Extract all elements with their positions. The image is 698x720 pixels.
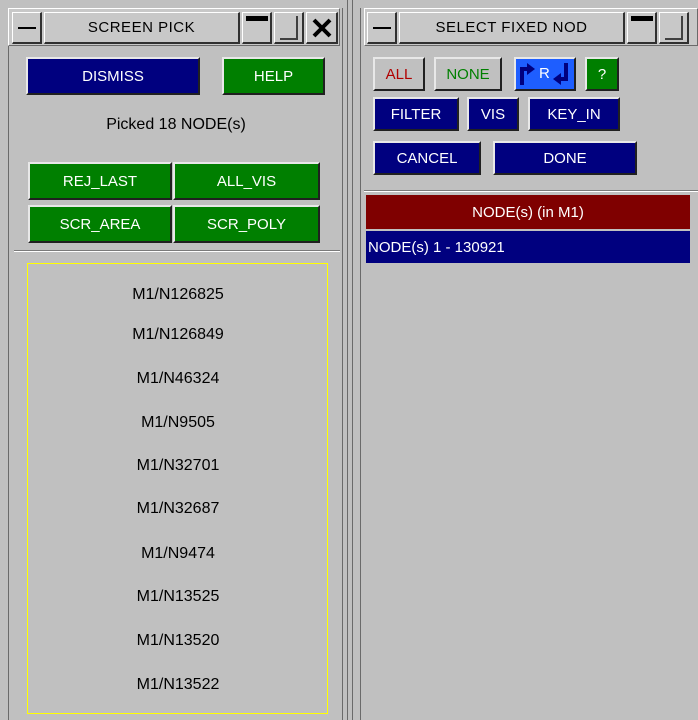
reverse-label: R xyxy=(539,65,550,82)
list-item[interactable]: M1/N9505 xyxy=(30,414,326,432)
rej-last-button[interactable]: REJ_LAST xyxy=(28,162,172,200)
filter-button[interactable]: FILTER xyxy=(373,97,459,131)
maximize-icon xyxy=(279,15,298,40)
list-item[interactable]: M1/N13522 xyxy=(30,676,326,694)
screen-pick-title: SCREEN PICK xyxy=(44,12,240,44)
minimize-icon xyxy=(630,16,653,21)
cancel-button[interactable]: CANCEL xyxy=(373,141,481,175)
query-button[interactable]: ? xyxy=(585,57,619,91)
collapse-button[interactable] xyxy=(367,12,397,44)
minimize-button[interactable] xyxy=(242,12,272,44)
list-item[interactable]: M1/N46324 xyxy=(30,370,326,388)
list-item[interactable]: M1/N126849 xyxy=(30,326,326,344)
maximize-button[interactable] xyxy=(274,12,304,44)
screen-pick-title-text: SCREEN PICK xyxy=(87,19,196,36)
node-list-header: NODE(s) (in M1) xyxy=(366,195,690,229)
key-in-button[interactable]: KEY_IN xyxy=(528,97,620,131)
select-fixed-title-text: SELECT FIXED NOD xyxy=(435,19,588,36)
list-item[interactable]: M1/N13520 xyxy=(30,632,326,650)
dismiss-button[interactable]: DISMISS xyxy=(26,57,200,95)
close-button[interactable] xyxy=(306,12,338,44)
scr-area-button[interactable]: SCR_AREA xyxy=(28,205,172,243)
minimize-icon xyxy=(245,16,268,21)
list-item[interactable]: M1/N126825 xyxy=(30,286,326,304)
node-list-header-text: NODE(s) (in M1) xyxy=(472,203,584,221)
list-item[interactable]: M1/N32687 xyxy=(30,500,326,518)
scr-poly-button[interactable]: SCR_POLY xyxy=(173,205,320,243)
section-divider-highlight xyxy=(14,251,340,252)
select-fixed-panel: SELECT FIXED NOD ALL NONE R ? FILTER VIS… xyxy=(364,0,698,720)
all-vis-button[interactable]: ALL_VIS xyxy=(173,162,320,200)
screen-pick-panel: SCREEN PICK DISMISS HELP Picked 18 NODE(… xyxy=(0,0,340,720)
separator-line xyxy=(352,0,353,720)
all-button[interactable]: ALL xyxy=(373,57,425,91)
help-button[interactable]: HELP xyxy=(222,57,325,95)
maximize-icon xyxy=(664,15,683,40)
separator-line xyxy=(347,0,348,720)
close-icon xyxy=(312,18,331,37)
separator-line xyxy=(342,8,343,720)
vis-button[interactable]: VIS xyxy=(467,97,519,131)
panel-separator[interactable] xyxy=(340,0,364,720)
pick-status: Picked 18 NODE(s) xyxy=(106,116,246,133)
done-button[interactable]: DONE xyxy=(493,141,637,175)
separator-line xyxy=(360,8,361,720)
none-button[interactable]: NONE xyxy=(434,57,502,91)
minimize-button[interactable] xyxy=(627,12,657,44)
list-item[interactable]: M1/N9474 xyxy=(30,545,326,563)
collapse-button[interactable] xyxy=(12,12,42,44)
left-panel-edge xyxy=(8,46,9,720)
reverse-button[interactable]: R xyxy=(514,57,576,91)
list-item[interactable]: M1/N32701 xyxy=(30,457,326,475)
node-range-text: NODE(s) 1 - 130921 xyxy=(368,238,505,256)
list-item[interactable]: NODE(s) 1 - 130921 xyxy=(366,231,690,263)
dash-icon xyxy=(17,26,36,29)
dash-icon xyxy=(372,26,391,29)
list-item[interactable]: M1/N13525 xyxy=(30,588,326,606)
maximize-button[interactable] xyxy=(659,12,689,44)
section-divider-highlight xyxy=(364,191,698,192)
select-fixed-title: SELECT FIXED NOD xyxy=(399,12,625,44)
